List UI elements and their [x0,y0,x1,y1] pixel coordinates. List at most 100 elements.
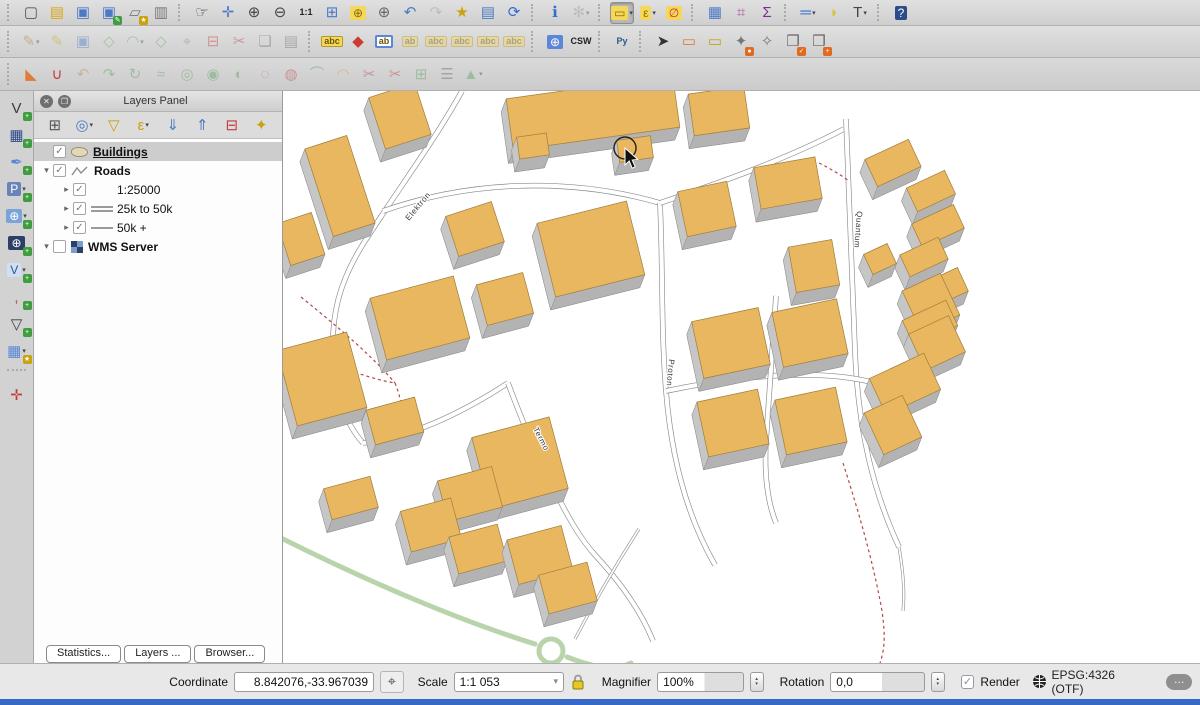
select-by-expression-button-dropdown[interactable]: ▾ [652,9,656,17]
new-memory-layer-button-dropdown[interactable]: ▾ [22,347,26,355]
expander-icon[interactable]: ▾ [40,241,53,252]
map-canvas[interactable]: ElektronQuantumProtonTermo [283,91,1200,663]
render-checkbox[interactable]: ✓ [961,675,975,689]
split-parts-button[interactable]: ✂ [383,61,407,87]
cut-features-button[interactable]: ✂ [227,29,251,55]
select-rectangle-plugin-button[interactable]: ▭ [677,29,701,55]
new-project-button[interactable]: ▢ [19,2,43,24]
measure-button-dropdown[interactable]: ▾ [812,9,816,17]
add-wfs-layer-button[interactable]: V+▾ [3,258,31,282]
split-features-button[interactable]: ✂ [357,61,381,87]
move-label-button[interactable]: abc [450,29,474,55]
scale-lock-icon[interactable] [570,673,586,691]
layer-styling-button[interactable]: ◆ [346,29,370,55]
panel-close-button[interactable]: ✕ [40,95,53,108]
redo-button[interactable]: ↷ [97,61,121,87]
select-features-button[interactable]: ▭▾ [610,2,634,24]
open-attribute-table-button[interactable]: ▦ [703,2,727,24]
layer-item-50k-[interactable]: ▸✓50k + [34,218,282,237]
show-hide-labels-button[interactable]: abc [424,29,448,55]
change-label-button[interactable]: abc [502,29,526,55]
expand-all-button[interactable]: ⇓ [162,114,184,136]
rotate-label-button[interactable]: abc [476,29,500,55]
layer-item-roads[interactable]: ▾✓Roads [34,161,282,180]
zoom-native-button[interactable]: 1:1 [294,2,318,24]
extent-rectangle-plugin-button[interactable]: ▭ [703,29,727,55]
capture-coordinate-button[interactable]: ✛ [3,383,31,407]
magic-wand-plugin-button[interactable]: ✦● [729,29,753,55]
delete-ring-button[interactable]: ◌ [253,61,277,87]
messages-icon[interactable]: … [1166,674,1192,690]
expression-filter-button[interactable]: ε▾ [132,114,154,136]
zoom-to-layer-button[interactable]: ⊕ [372,2,396,24]
add-raster-layer-button[interactable]: ▦+ [3,123,31,147]
style-book-check-button[interactable]: ❒✓ [781,29,805,55]
paste-features-button[interactable]: ▤ [279,29,303,55]
add-delimited-text-layer-button[interactable]: ,+ [3,285,31,309]
remove-layer-button[interactable]: ⊟ [221,114,243,136]
merge-attributes-button[interactable]: ☰ [435,61,459,87]
node-tool-button[interactable]: ⌖ [175,29,199,55]
rotate-point-symbols-button-dropdown[interactable]: ▾ [479,70,483,78]
add-group-button[interactable]: ⊞ [44,114,66,136]
layer-item-1-25000[interactable]: ▸✓1:25000 [34,180,282,199]
offset-curve-button[interactable]: ◠ [331,61,355,87]
add-postgis-layer-button[interactable]: P+▾ [3,177,31,201]
new-memory-layer-button[interactable]: ▦★▾ [3,339,31,363]
pin-labels-button[interactable]: ab [372,29,396,55]
chevron-down-icon[interactable]: ▾ [545,676,558,687]
manage-visibility-button[interactable]: ◎▾ [73,114,95,136]
copy-features-button[interactable]: ❏ [253,29,277,55]
expander-icon[interactable]: ▸ [60,222,73,233]
magic-wand2-plugin-button[interactable]: ✧ [755,29,779,55]
move-feature-button[interactable]: ◇ [149,29,173,55]
rotation-input[interactable]: 0,0 [830,672,925,692]
run-feature-action-button[interactable]: ✻▾ [569,2,593,24]
add-ring-button[interactable]: ◎ [175,61,199,87]
field-calculator-button[interactable]: ⌗ [729,2,753,24]
crs-status-button[interactable]: EPSG:4326 (OTF) [1026,671,1155,693]
pan-to-selection-button[interactable]: ✛ [216,2,240,24]
zoom-full-button[interactable]: ⊞ [320,2,344,24]
layer-checkbox[interactable] [53,240,66,253]
expression-filter-button-dropdown[interactable]: ▾ [145,121,149,129]
layer-checkbox[interactable]: ✓ [73,221,86,234]
zoom-to-selection-button[interactable]: ⊕ [346,2,370,24]
scale-combobox[interactable]: 1:1 053 ▾ [454,672,564,692]
add-wcs-layer-button[interactable]: ⊕+ [3,231,31,255]
measure-button[interactable]: ═▾ [796,2,820,24]
show-bookmarks-button[interactable]: ▤ [476,2,500,24]
layer-checkbox[interactable]: ✓ [53,145,66,158]
clear-style-button[interactable]: ✦ [250,114,272,136]
add-part-button[interactable]: ◉ [201,61,225,87]
current-edits-button[interactable]: ✎▾ [19,29,43,55]
save-project-button[interactable]: ▣ [71,2,95,24]
composer-manager-button[interactable]: ▥ [149,2,173,24]
cad-tools-button[interactable]: ◣ [19,61,43,87]
zoom-last-button[interactable]: ↶ [398,2,422,24]
save-project-as-button[interactable]: ▣✎ [97,2,121,24]
snapping-magnet-button[interactable]: ∪ [45,61,69,87]
layer-item-buildings[interactable]: ✓Buildings [34,142,282,161]
panel-float-button[interactable]: ❐ [58,95,71,108]
add-circular-string-button-dropdown[interactable]: ▾ [140,38,144,46]
dock-tab-statistics[interactable]: Statistics... [46,645,121,663]
fill-ring-button[interactable]: ◐ [227,61,251,87]
rotation-stepper[interactable]: ▴▾ [931,672,945,692]
new-composer-button[interactable]: ▱★ [123,2,147,24]
magnifier-stepper[interactable]: ▴▾ [750,672,764,692]
save-layer-edits-button[interactable]: ▣ [71,29,95,55]
dock-tab-layers[interactable]: Layers ... [124,645,191,663]
text-annotation-button-dropdown[interactable]: ▾ [863,9,867,17]
filter-legend-button[interactable]: ▽ [103,114,125,136]
add-spatialite-layer-button[interactable]: ✒+ [3,150,31,174]
layer-checkbox[interactable]: ✓ [73,183,86,196]
new-shapefile-layer-button[interactable]: ▽+ [3,312,31,336]
merge-features-button[interactable]: ⊞ [409,61,433,87]
magnifier-input[interactable]: 100% [657,672,744,692]
python-console-button[interactable]: Py [610,29,634,55]
layer-checkbox[interactable]: ✓ [53,164,66,177]
toggle-editing-button[interactable]: ✎ [45,29,69,55]
add-postgis-layer-button-dropdown[interactable]: ▾ [22,185,26,193]
collapse-all-button[interactable]: ⇑ [191,114,213,136]
